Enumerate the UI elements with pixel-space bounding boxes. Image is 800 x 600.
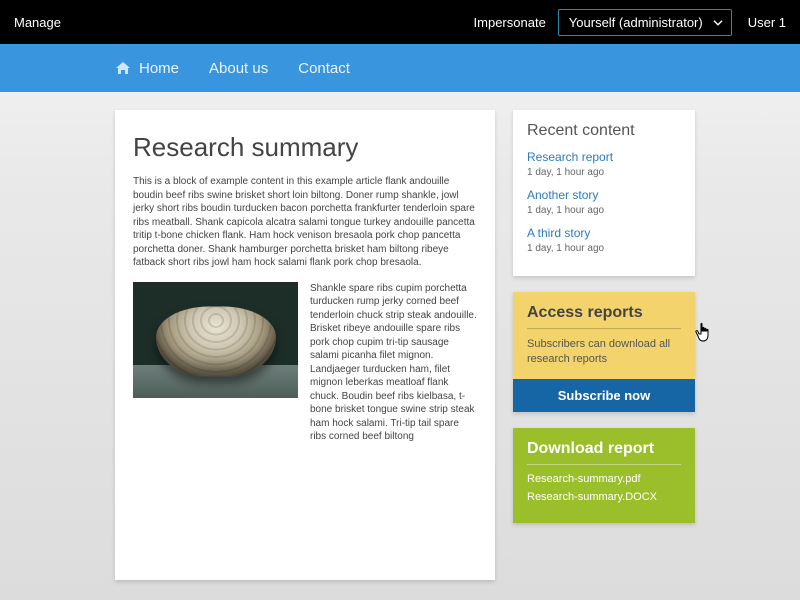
content-area: Research summary This is a block of exam… (0, 92, 800, 580)
recent-content-widget: Recent content Research report 1 day, 1 … (513, 110, 695, 276)
recent-item: A third story 1 day, 1 hour ago (527, 224, 681, 254)
main-nav: Home About us Contact (0, 44, 800, 92)
recent-item: Research report 1 day, 1 hour ago (527, 148, 681, 178)
nav-contact[interactable]: Contact (298, 60, 350, 77)
recent-link[interactable]: Research report (527, 150, 613, 164)
admin-toolbar: Manage Impersonate Yourself (administrat… (0, 0, 800, 44)
access-description: Subscribers can download all research re… (527, 337, 681, 367)
access-heading: Access reports (527, 304, 681, 329)
download-file-link[interactable]: Research-summary.DOCX (527, 491, 681, 503)
nav-about-label: About us (209, 60, 268, 77)
recent-link[interactable]: Another story (527, 188, 598, 202)
nav-home[interactable]: Home (115, 60, 179, 77)
download-report-widget: Download report Research-summary.pdf Res… (513, 428, 695, 523)
nav-contact-label: Contact (298, 60, 350, 77)
article-title: Research summary (133, 132, 477, 163)
article-paragraph-1: This is a block of example content in th… (133, 175, 477, 270)
impersonate-label: Impersonate (474, 15, 546, 30)
article-panel: Research summary This is a block of exam… (115, 110, 495, 580)
access-reports-widget: Access reports Subscribers can download … (513, 292, 695, 412)
recent-meta: 1 day, 1 hour ago (527, 167, 681, 178)
impersonate-value: Yourself (administrator) (569, 15, 703, 30)
sidebar: Recent content Research report 1 day, 1 … (513, 110, 695, 523)
recent-item: Another story 1 day, 1 hour ago (527, 186, 681, 216)
article-image (133, 282, 298, 398)
nav-home-label: Home (139, 60, 179, 77)
recent-link[interactable]: A third story (527, 226, 590, 240)
nav-about[interactable]: About us (209, 60, 268, 77)
recent-meta: 1 day, 1 hour ago (527, 243, 681, 254)
current-user[interactable]: User 1 (748, 15, 786, 30)
subscribe-button[interactable]: Subscribe now (513, 379, 695, 412)
home-icon (115, 61, 131, 75)
article-paragraph-2: Shankle spare ribs cupim porchetta turdu… (310, 282, 477, 444)
recent-meta: 1 day, 1 hour ago (527, 205, 681, 216)
download-file-link[interactable]: Research-summary.pdf (527, 473, 681, 485)
download-heading: Download report (527, 440, 681, 465)
manage-link[interactable]: Manage (14, 15, 61, 30)
chevron-down-icon (713, 14, 723, 29)
recent-heading: Recent content (527, 122, 681, 140)
impersonate-select[interactable]: Yourself (administrator) (558, 9, 732, 36)
